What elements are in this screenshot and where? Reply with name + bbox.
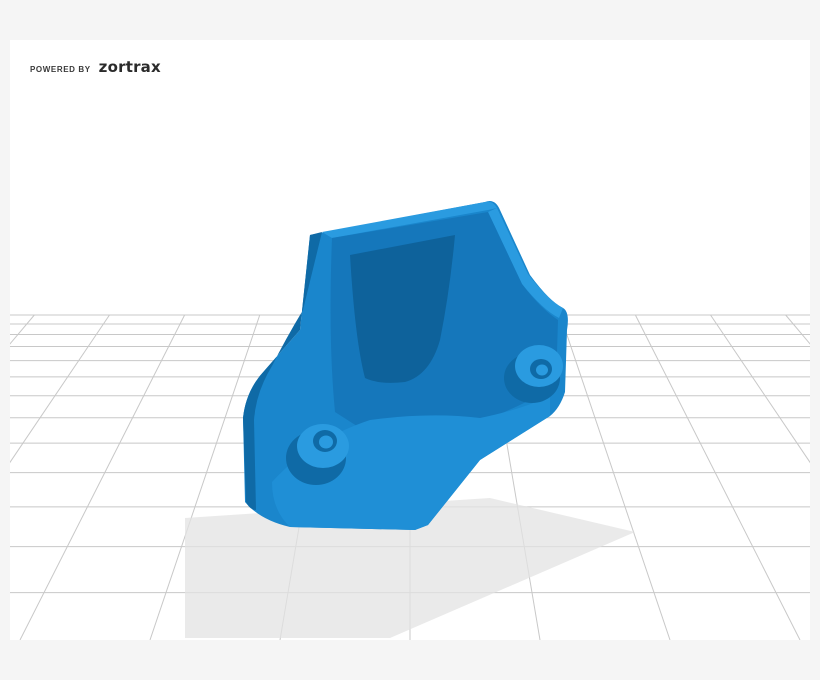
model-viewer-canvas[interactable]: POWERED BY zortrax	[10, 40, 810, 640]
grid-line	[785, 314, 810, 345]
grid-line	[10, 314, 110, 464]
grid-line	[559, 314, 671, 640]
grid-line	[19, 314, 186, 640]
grid-line	[710, 314, 810, 464]
powered-by-branding: POWERED BY zortrax	[30, 58, 161, 76]
3d-model-bracket[interactable]	[243, 201, 568, 530]
zortrax-logo: zortrax	[98, 58, 161, 76]
viewport-3d[interactable]	[10, 40, 810, 640]
grid-line	[634, 314, 801, 640]
grid-line	[10, 314, 35, 345]
powered-by-label: POWERED BY	[30, 65, 91, 74]
